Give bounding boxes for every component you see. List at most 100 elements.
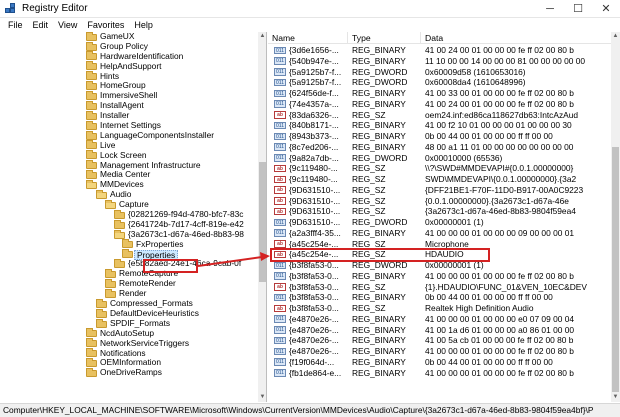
value-type: REG_DWORD — [352, 217, 408, 227]
value-row[interactable]: 011 {e4870e26-... REG_BINARY 41 00 00 00 01… — [268, 314, 611, 325]
column-name[interactable]: Name — [268, 32, 348, 44]
value-data: 0x60008da4 (1610648996) — [425, 77, 526, 88]
binary-value-icon: 011 — [274, 315, 286, 323]
value-row[interactable]: 011 {b3f8fa53-0... REG_BINARY 41 00 00 00 0… — [268, 271, 611, 282]
column-type[interactable]: Type — [348, 32, 421, 44]
menu-file[interactable]: File — [3, 18, 28, 32]
value-name: {a2a3fff4-35... — [289, 227, 341, 238]
tree-item-label: FxProperties — [136, 238, 184, 249]
menu-favorites[interactable]: Favorites — [82, 18, 129, 32]
maximize-button[interactable]: ☐ — [564, 0, 592, 18]
registry-tree-pane: ›GameUX›Group Policy›HardwareIdentificat… — [0, 32, 267, 402]
tree-item[interactable]: ›InstallAgent — [0, 100, 258, 111]
value-type: REG_SZ — [352, 163, 386, 174]
value-row[interactable]: 011 {9a82a7db-... REG_DWORD 0x00010000 (655… — [268, 153, 611, 164]
value-row[interactable]: ab {b3f8fa53-0... REG_SZ Realtek High Defin… — [268, 303, 611, 314]
value-row[interactable]: ab {9D631510-... REG_SZ {3a2673c1-d67a-46ed… — [268, 206, 611, 217]
value-row[interactable]: 011 {5a9125b7-f... REG_DWORD 0x60008da4 (16… — [268, 77, 611, 88]
binary-value-icon: 011 — [274, 100, 286, 108]
binary-value-icon: 011 — [274, 57, 286, 65]
tree-item[interactable]: ›OneDriveRamps — [0, 367, 258, 378]
scroll-up-arrow-icon[interactable]: ▲ — [611, 32, 620, 41]
value-row[interactable]: 011 {b3f8fa53-0... REG_BINARY 0b 00 44 00 0… — [268, 292, 611, 303]
value-data: 0x60009d58 (1610653016) — [425, 66, 526, 77]
value-name: {b3f8fa53-0... — [289, 270, 339, 281]
value-name: {9D631510-... — [289, 206, 341, 217]
status-bar-path: Computer\HKEY_LOCAL_MACHINE\SOFTWARE\Mic… — [0, 403, 620, 417]
value-type: REG_SZ — [352, 206, 386, 217]
value-row[interactable]: 011 {a2a3fff4-35... REG_BINARY 41 00 00 00 … — [268, 228, 611, 239]
scroll-down-arrow-icon[interactable]: ▼ — [611, 393, 620, 402]
value-row[interactable]: 011 {fb1de864-e... REG_BINARY 41 00 00 00 0… — [268, 368, 611, 379]
value-row[interactable]: 011 {e4870e26-... REG_BINARY 41 00 00 00 01… — [268, 346, 611, 357]
value-row[interactable]: 011 {840b8171-... REG_BINARY 41 00 f2 10 01… — [268, 120, 611, 131]
folder-icon — [86, 81, 97, 91]
minimize-button[interactable]: ─ — [536, 0, 564, 18]
scroll-up-arrow-icon[interactable]: ▲ — [258, 32, 266, 41]
string-value-icon: ab — [274, 207, 286, 216]
column-data[interactable]: Data — [421, 32, 611, 44]
value-row[interactable]: ab {9c119480-... REG_SZ SWD\MMDEVAPI\{0.0.1… — [268, 174, 611, 185]
menu-bar: File Edit View Favorites Help — [0, 18, 620, 32]
value-row[interactable]: 011 {624f56de-f... REG_BINARY 41 00 33 00 0… — [268, 88, 611, 99]
value-row[interactable]: 011 {9D631510-... REG_DWORD 0x00000001 (1) — [268, 217, 611, 228]
folder-icon — [122, 239, 133, 249]
folder-icon — [86, 328, 97, 338]
value-data: 41 00 00 00 01 00 00 00 09 00 00 00 01 — [425, 227, 575, 238]
values-scroll-thumb[interactable] — [612, 147, 619, 392]
folder-icon — [86, 32, 97, 41]
value-name: {5a9125b7-f... — [289, 77, 342, 88]
value-data: SWD\MMDEVAPI\{0.0.1.00000000}.{3a2 — [425, 174, 577, 184]
value-type: REG_BINARY — [352, 335, 406, 346]
menu-view[interactable]: View — [53, 18, 82, 32]
close-button[interactable]: ✕ — [592, 0, 620, 18]
scroll-down-arrow-icon[interactable]: ▼ — [258, 393, 266, 402]
value-row[interactable]: 011 {f19f064d-... REG_BINARY 0b 00 44 00 01… — [268, 357, 611, 368]
tree-item[interactable]: FxProperties — [0, 238, 258, 250]
value-data: 0x00000001 (1) — [425, 217, 484, 227]
tree-item[interactable]: ⌄{3a2673c1-d67a-46ed-8b83-98 — [0, 229, 258, 240]
binary-value-icon: 011 — [274, 78, 286, 87]
value-row[interactable]: ab {9c119480-... REG_SZ \\?\SWD#MMDEVAPI#{0… — [268, 163, 611, 174]
value-name: {840b8171-... — [289, 120, 339, 131]
value-row[interactable]: ab {9D631510-... REG_SZ {0.0.1.00000000}.{3… — [268, 196, 611, 207]
binary-value-icon: 011 — [274, 358, 286, 366]
value-name: {b3f8fa53-0... — [289, 303, 339, 313]
value-row[interactable]: 011 {5a9125b7-f... REG_DWORD 0x60009d58 (16… — [268, 67, 611, 78]
tree-item[interactable]: ›HelpAndSupport — [0, 61, 258, 72]
value-row[interactable]: ab {83da6326-... REG_SZ oem24.inf:ed86ca118… — [268, 110, 611, 121]
folder-icon — [86, 150, 97, 160]
folder-icon — [86, 160, 97, 170]
folder-icon — [86, 367, 97, 377]
value-row[interactable]: ab {9D631510-... REG_SZ {DFF21BE1-F70F-11D0… — [268, 185, 611, 196]
binary-value-icon: 011 — [274, 229, 286, 237]
value-name: {9a82a7db-... — [289, 152, 339, 163]
highlight-box-microphone — [270, 248, 490, 262]
value-row[interactable]: 011 {e4870e26-... REG_BINARY 41 00 1a d6 01… — [268, 325, 611, 336]
tree-scroll-thumb[interactable] — [259, 162, 266, 282]
menu-edit[interactable]: Edit — [28, 18, 54, 32]
value-row[interactable]: 011 {74e4357a-... REG_BINARY 41 00 24 00 01… — [268, 99, 611, 110]
binary-value-icon: 011 — [274, 218, 286, 227]
value-type: REG_BINARY — [352, 141, 406, 152]
value-row[interactable]: 011 {8943b373-... REG_BINARY 0b 00 44 00 01… — [268, 131, 611, 142]
folder-icon — [86, 41, 97, 51]
value-type: REG_BINARY — [352, 45, 406, 55]
value-type: REG_DWORD — [352, 66, 408, 77]
value-row[interactable]: 011 {e4870e26-... REG_BINARY 41 00 5a cb 01… — [268, 335, 611, 346]
binary-value-icon: 011 — [274, 293, 286, 302]
value-row[interactable]: ab {b3f8fa53-0... REG_SZ {1}.HDAUDIO\FUNC_0… — [268, 282, 611, 293]
folder-icon — [86, 61, 97, 71]
folder-icon — [86, 91, 97, 101]
binary-value-icon: 011 — [274, 369, 286, 377]
tree-item[interactable]: ›LanguageComponentsInstaller — [0, 130, 258, 141]
value-row[interactable]: 011 {8c7ed206-... REG_BINARY 48 00 a1 11 01… — [268, 142, 611, 153]
menu-help[interactable]: Help — [129, 18, 158, 32]
value-type: REG_SZ — [352, 109, 386, 120]
value-row[interactable]: 011 {540b947e-... REG_BINARY 11 10 00 00 14… — [268, 56, 611, 67]
tree-scrollbar[interactable]: ▲ ▼ — [258, 32, 266, 402]
values-scrollbar[interactable]: ▲ ▼ — [611, 32, 620, 402]
value-name: {9D631510-... — [289, 217, 341, 227]
value-name: {83da6326-... — [289, 109, 339, 120]
value-row[interactable]: 011 {3d6e1656-... REG_BINARY 41 00 24 00 01… — [268, 45, 611, 56]
